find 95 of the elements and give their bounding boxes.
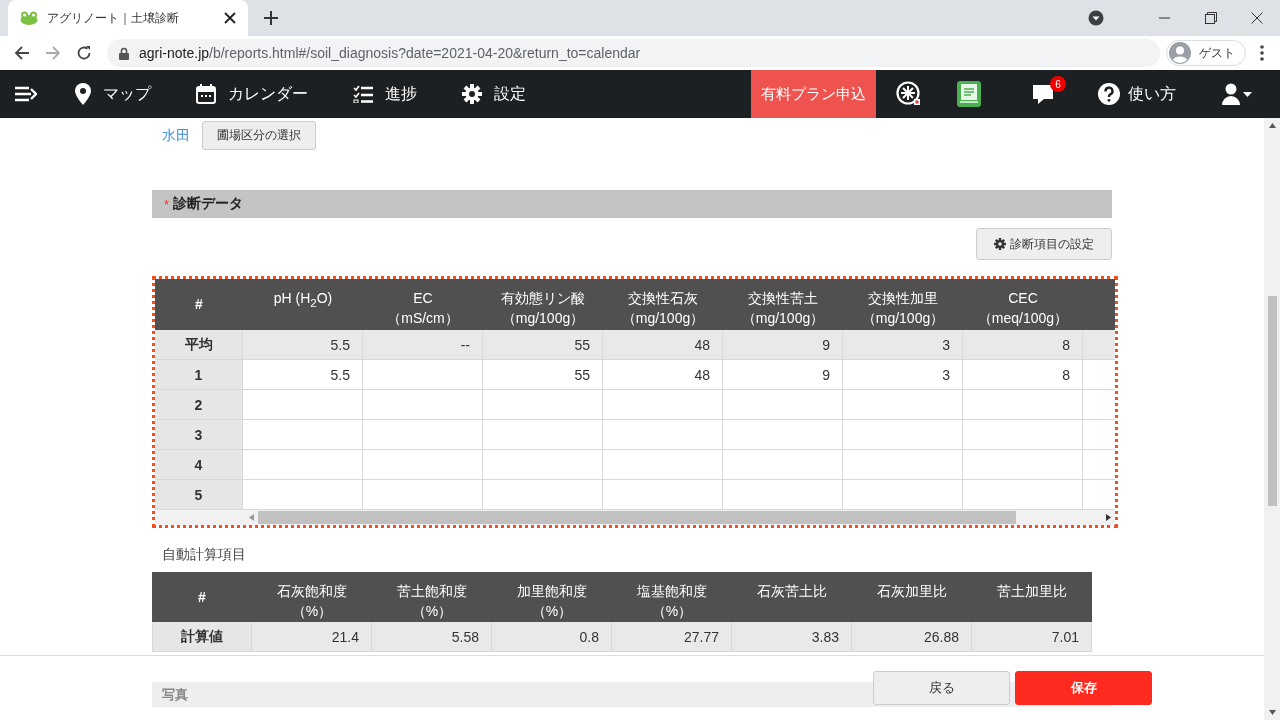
table-cell: 55 — [483, 330, 603, 360]
table-cell: 48 — [603, 360, 723, 390]
profile-button[interactable]: ゲスト — [1166, 40, 1246, 66]
column-header: 交換性石灰 （mg/100g） — [603, 279, 723, 330]
row-header: 3 — [155, 420, 243, 450]
settings-icon — [462, 84, 482, 104]
scrollbar-thumb[interactable] — [258, 511, 1016, 524]
reload-icon[interactable] — [76, 45, 92, 61]
lock-icon — [119, 46, 129, 60]
close-icon[interactable] — [1251, 12, 1263, 24]
column-header — [1083, 279, 1115, 330]
user-menu-icon[interactable] — [1222, 83, 1252, 105]
nav-link[interactable]: 設定 — [462, 83, 526, 105]
column-header: EC （mS/cm） — [363, 279, 483, 330]
chat-icon[interactable] — [1032, 84, 1054, 104]
scrollbar-thumb[interactable] — [1267, 296, 1277, 506]
column-header: 石灰飽和度 （%） — [252, 572, 372, 622]
table-cell: 55 — [483, 360, 603, 390]
table-cell: 8 — [963, 330, 1083, 360]
row-header: 5 — [155, 480, 243, 510]
table-cell: 8 — [963, 360, 1083, 390]
row-header: 平均 — [155, 330, 243, 360]
scroll-up-icon[interactable] — [1268, 123, 1276, 128]
column-header: 有効態リン酸 （mg/100g） — [483, 279, 603, 330]
table-cell: 26.88 — [852, 622, 972, 652]
tab-title: アグリノート｜土壌診断 — [47, 9, 180, 27]
field-select-button[interactable]: 圃場区分の選択 — [202, 121, 316, 150]
table-cell: 5.5 — [243, 330, 363, 360]
column-header: # — [155, 279, 243, 330]
dropdown-icon[interactable] — [1088, 10, 1104, 26]
section-title: 診断データ — [173, 195, 244, 213]
more-icon[interactable] — [1260, 45, 1264, 61]
book-icon[interactable] — [957, 81, 981, 107]
column-header: 交換性苦土 （mg/100g） — [723, 279, 843, 330]
section-label: 自動計算項目 — [162, 546, 247, 564]
nav-link[interactable]: 進捗 — [353, 83, 417, 105]
menu-icon[interactable] — [15, 86, 37, 102]
back-button[interactable]: 戻る — [873, 671, 1010, 705]
field-link[interactable]: 水田 — [162, 126, 190, 145]
row-header: 4 — [155, 450, 243, 480]
column-header: pH (H$_{2}$O) — [243, 279, 363, 330]
table-cell: 3.83 — [732, 622, 852, 652]
column-header: 石灰苦土比 — [732, 572, 852, 622]
back-arrow-icon[interactable] — [14, 45, 30, 61]
column-header: 加里飽和度 （%） — [492, 572, 612, 622]
table-cell: 21.4 — [252, 622, 372, 652]
forward-arrow-icon — [45, 45, 61, 61]
row-header: 計算値 — [152, 622, 252, 652]
url-text: agri-note.jp/b/reports.html#/soil_diagnosis?date=2021-04-20&return_to=calendar — [139, 45, 641, 61]
table-cell: 9 — [723, 330, 843, 360]
settings-icon — [994, 238, 1006, 250]
table-cell: 5.5 — [243, 360, 363, 390]
person-icon — [1169, 42, 1191, 64]
column-header: 苦土加里比 — [972, 572, 1092, 622]
scroll-right-icon[interactable] — [1106, 514, 1111, 521]
vertical-scrollbar[interactable] — [1264, 118, 1280, 720]
horizontal-scrollbar[interactable] — [155, 510, 1115, 525]
table-cell: 9 — [723, 360, 843, 390]
table-cell: -- — [363, 330, 483, 360]
help-link[interactable]: 使い方 — [1098, 83, 1176, 105]
browser-tab[interactable]: アグリノート｜土壌診断 — [8, 0, 248, 36]
column-header: 塩基飽和度 （%） — [612, 572, 732, 622]
notification-badge: 6 — [1050, 76, 1066, 92]
pin-icon — [75, 83, 91, 105]
restore-icon[interactable] — [1205, 12, 1217, 24]
section-title: 写真 — [162, 685, 188, 704]
column-header: 交換性加里 （mg/100g） — [843, 279, 963, 330]
save-button[interactable]: 保存 — [1015, 671, 1152, 705]
table-cell: 3 — [843, 360, 963, 390]
table-cell: 5.58 — [372, 622, 492, 652]
table-cell — [1083, 330, 1115, 360]
column-header: CEC （meq/100g） — [963, 279, 1083, 330]
checklist-icon — [353, 85, 373, 103]
rice-mark-icon[interactable] — [896, 81, 922, 107]
plus-icon[interactable] — [264, 11, 278, 25]
table-cell: 0.8 — [492, 622, 612, 652]
table-cell: 27.77 — [612, 622, 732, 652]
row-header: 2 — [155, 390, 243, 420]
nav-link[interactable]: マップ — [75, 83, 151, 105]
required-mark: * — [164, 196, 170, 212]
row-header: 1 — [155, 360, 243, 390]
table-cell: 3 — [843, 330, 963, 360]
column-header: 石灰加里比 — [852, 572, 972, 622]
table-cell: 7.01 — [972, 622, 1092, 652]
settings-button[interactable]: 診断項目の設定 — [976, 228, 1112, 260]
column-header: # — [152, 572, 252, 622]
scroll-down-icon[interactable] — [1268, 710, 1276, 715]
frog-icon — [20, 11, 38, 25]
nav-link[interactable]: カレンダー — [196, 83, 308, 105]
close-icon[interactable] — [224, 12, 236, 24]
table-cell: 48 — [603, 330, 723, 360]
address-bar[interactable]: agri-note.jp/b/reports.html#/soil_diagnosis?date=2021-04-20&return_to=calendar — [107, 39, 1160, 67]
column-header: 苦土飽和度 （%） — [372, 572, 492, 622]
calendar-icon — [196, 84, 216, 104]
help-icon — [1098, 83, 1120, 105]
